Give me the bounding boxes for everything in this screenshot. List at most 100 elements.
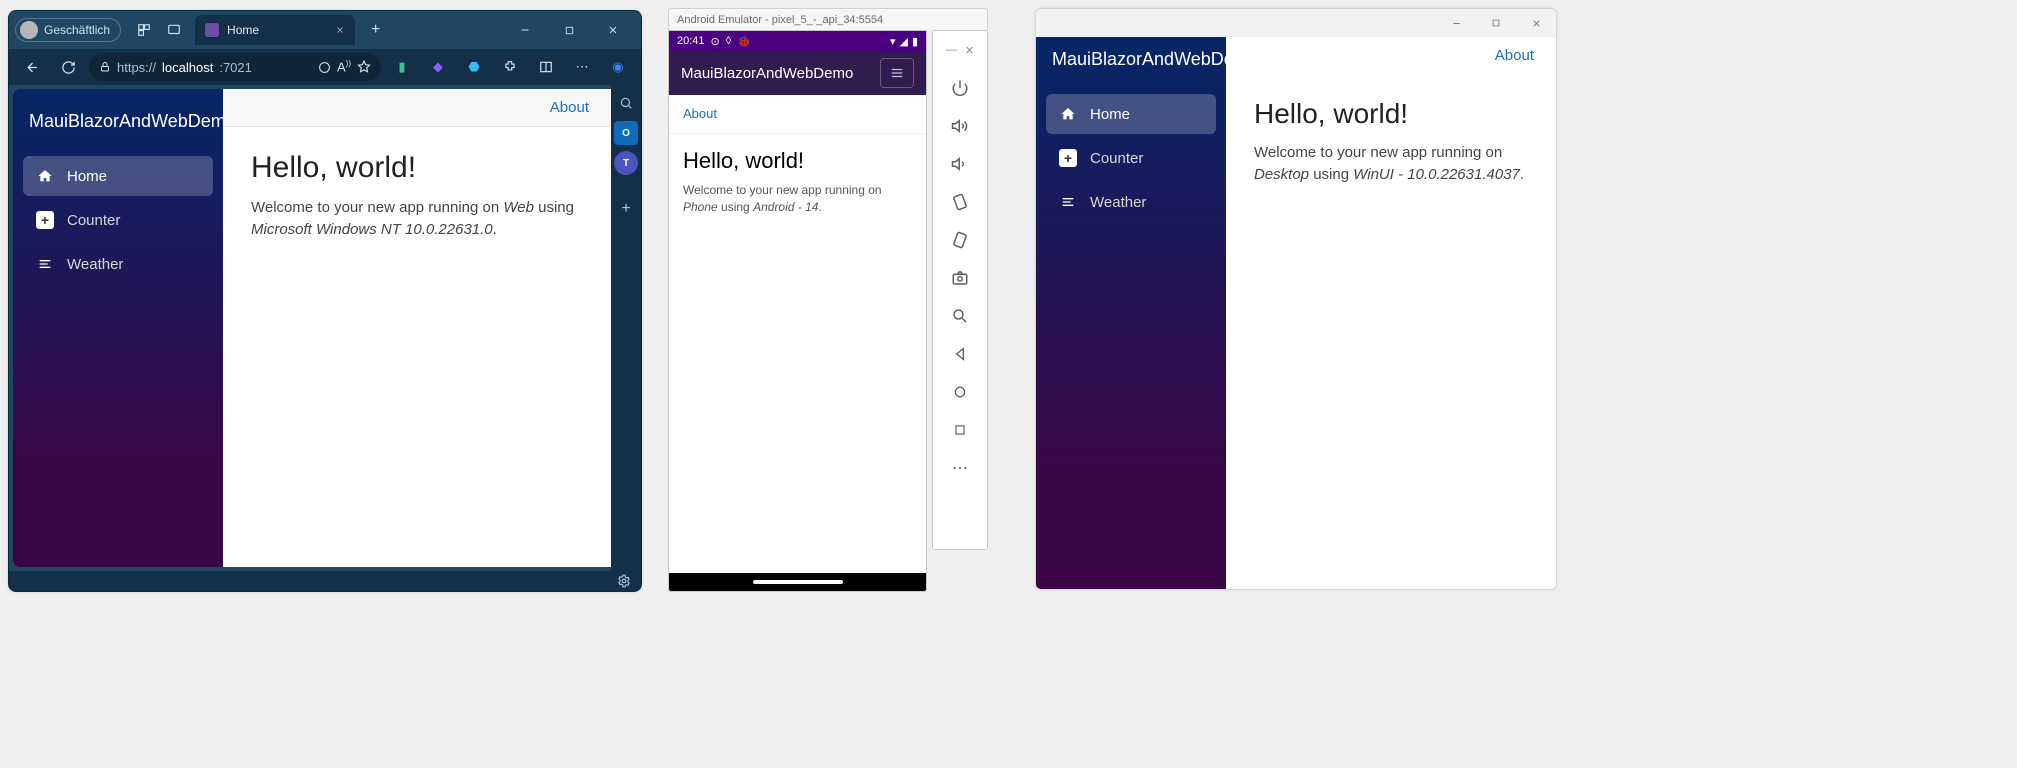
desktop-topbar: About <box>1226 37 1556 74</box>
about-link[interactable]: About <box>550 99 589 116</box>
more-menu-icon[interactable]: ⋯ <box>569 54 595 80</box>
app-sidebar: MauiBlazorAndWebDemo Home + Counter Weat… <box>13 89 223 567</box>
emu-close-icon[interactable]: ✕ <box>965 44 974 57</box>
desktop-minimize-button[interactable] <box>1436 9 1476 37</box>
emu-more-icon[interactable]: ⋯ <box>940 449 980 487</box>
browser-viewport: MauiBlazorAndWebDemo Home + Counter Weat… <box>13 89 611 567</box>
status-location-icon: ◊ <box>726 35 731 47</box>
app-topbar: About <box>223 89 611 127</box>
emu-zoom-icon[interactable] <box>940 297 980 335</box>
window-controls <box>503 15 635 45</box>
sidebar-outlook-icon[interactable]: O <box>614 121 638 145</box>
edge-sidebar: O T + <box>611 85 641 571</box>
welcome-text: Welcome to your new app running on Web u… <box>251 197 583 241</box>
android-welcome-text: Welcome to your new app running on Phone… <box>683 182 912 216</box>
desktop-nav-home[interactable]: Home <box>1046 94 1216 134</box>
emu-overview-icon[interactable] <box>940 411 980 449</box>
tab-actions-icon[interactable] <box>161 17 187 43</box>
emulator-toolbar: — ✕ ⋯ <box>932 30 988 550</box>
nav-weather[interactable]: Weather <box>23 244 213 284</box>
status-notif-icon: ⊙ <box>711 35 720 48</box>
copilot-icon[interactable]: ◉ <box>605 54 631 80</box>
browser-window: Geschäftlich Home + https:// localhost :70… <box>8 10 642 592</box>
sidebar-search-icon[interactable] <box>614 91 638 115</box>
desktop-maximize-button[interactable] <box>1476 9 1516 37</box>
emu-rotate-left-icon[interactable] <box>940 183 980 221</box>
android-topbar: About <box>669 95 926 134</box>
browser-profile-switch[interactable]: Geschäftlich <box>15 18 121 42</box>
emu-rotate-right-icon[interactable] <box>940 221 980 259</box>
new-tab-button[interactable]: + <box>363 21 388 39</box>
desktop-about-link[interactable]: About <box>1495 47 1534 64</box>
emu-power-icon[interactable] <box>940 69 980 107</box>
browser-tab-active[interactable]: Home <box>195 15 355 45</box>
emu-home-icon[interactable] <box>940 373 980 411</box>
tab-close-icon[interactable] <box>335 25 345 35</box>
desktop-nav-counter[interactable]: + Counter <box>1046 138 1216 178</box>
emu-volume-up-icon[interactable] <box>940 107 980 145</box>
android-brand: MauiBlazorAndWebDemo <box>681 65 853 82</box>
close-window-button[interactable] <box>593 15 633 45</box>
url-scheme: https:// <box>117 60 156 75</box>
desktop-titlebar <box>1036 9 1556 37</box>
desktop-welcome-text: Welcome to your new app running on Deskt… <box>1254 142 1528 186</box>
desktop-nav-home-label: Home <box>1090 106 1130 123</box>
settings-icon[interactable] <box>617 574 631 588</box>
status-wifi-icon: ▾ <box>890 35 896 48</box>
list-icon <box>35 254 55 274</box>
desktop-sidebar: MauiBlazorAndWebDemo Home + Counter Weat… <box>1036 37 1226 589</box>
home-icon <box>35 166 55 186</box>
android-status-bar: 20:41 ⊙ ◊ 🐞 ▾ ◢ ▮ <box>669 31 926 51</box>
emu-volume-down-icon[interactable] <box>940 145 980 183</box>
lock-icon <box>99 61 111 73</box>
app-content: About Hello, world! Welcome to your new … <box>223 89 611 567</box>
url-port: :7021 <box>219 60 252 75</box>
sidebar-teams-icon[interactable]: T <box>614 151 638 175</box>
android-page-body: Hello, world! Welcome to your new app ru… <box>669 134 926 230</box>
url-host: localhost <box>162 60 213 75</box>
nav-counter[interactable]: + Counter <box>23 200 213 240</box>
plus-icon: + <box>1058 148 1078 168</box>
extensions-icon[interactable] <box>497 54 523 80</box>
desktop-brand: MauiBlazorAndWebDemo <box>1036 37 1226 88</box>
emulator-device-frame: 20:41 ⊙ ◊ 🐞 ▾ ◢ ▮ MauiBlazorAndWebDemo A… <box>668 30 927 592</box>
favorite-icon[interactable] <box>357 60 371 74</box>
emulator-window-title: Android Emulator - pixel_5_-_api_34:5554 <box>668 8 988 30</box>
nav-home[interactable]: Home <box>23 156 213 196</box>
list-icon <box>1058 192 1078 212</box>
android-page-title: Hello, world! <box>683 148 912 174</box>
sidebar-add-icon[interactable]: + <box>614 197 638 221</box>
avatar <box>20 21 38 39</box>
android-about-link[interactable]: About <box>683 106 717 121</box>
minimize-button[interactable] <box>505 15 545 45</box>
refresh-button[interactable] <box>55 54 81 80</box>
back-button[interactable] <box>19 54 45 80</box>
ext-1-icon[interactable]: ▮ <box>389 54 415 80</box>
tab-title: Home <box>227 23 259 37</box>
desktop-nav-weather[interactable]: Weather <box>1046 182 1216 222</box>
browser-toolbar: https:// localhost :7021 A)) ▮ ◆ ⬣ ⋯ ◉ <box>9 49 641 85</box>
ext-3-icon[interactable]: ⬣ <box>461 54 487 80</box>
desktop-page-title: Hello, world! <box>1254 98 1528 130</box>
status-battery-icon: ▮ <box>912 35 918 48</box>
hamburger-menu-button[interactable] <box>880 58 914 88</box>
split-screen-icon[interactable] <box>533 54 559 80</box>
workspaces-icon[interactable] <box>131 17 157 43</box>
ext-2-icon[interactable]: ◆ <box>425 54 451 80</box>
android-app-header: MauiBlazorAndWebDemo <box>669 51 926 95</box>
nav-counter-label: Counter <box>67 212 120 229</box>
app-brand: MauiBlazorAndWebDemo <box>13 97 223 150</box>
address-bar[interactable]: https:// localhost :7021 A)) <box>89 53 381 81</box>
emu-screenshot-icon[interactable] <box>940 259 980 297</box>
android-gesture-bar[interactable] <box>669 573 926 591</box>
maximize-button[interactable] <box>549 15 589 45</box>
browser-titlebar: Geschäftlich Home + <box>9 11 641 49</box>
desktop-content: About Hello, world! Welcome to your new … <box>1226 37 1556 589</box>
read-aloud-icon[interactable]: A)) <box>337 59 351 74</box>
nav-home-label: Home <box>67 168 107 185</box>
status-clock: 20:41 <box>677 35 705 47</box>
emu-back-icon[interactable] <box>940 335 980 373</box>
desktop-close-button[interactable] <box>1516 9 1556 37</box>
tracking-icon[interactable] <box>318 61 331 74</box>
emu-minimize-icon[interactable]: — <box>946 44 957 56</box>
